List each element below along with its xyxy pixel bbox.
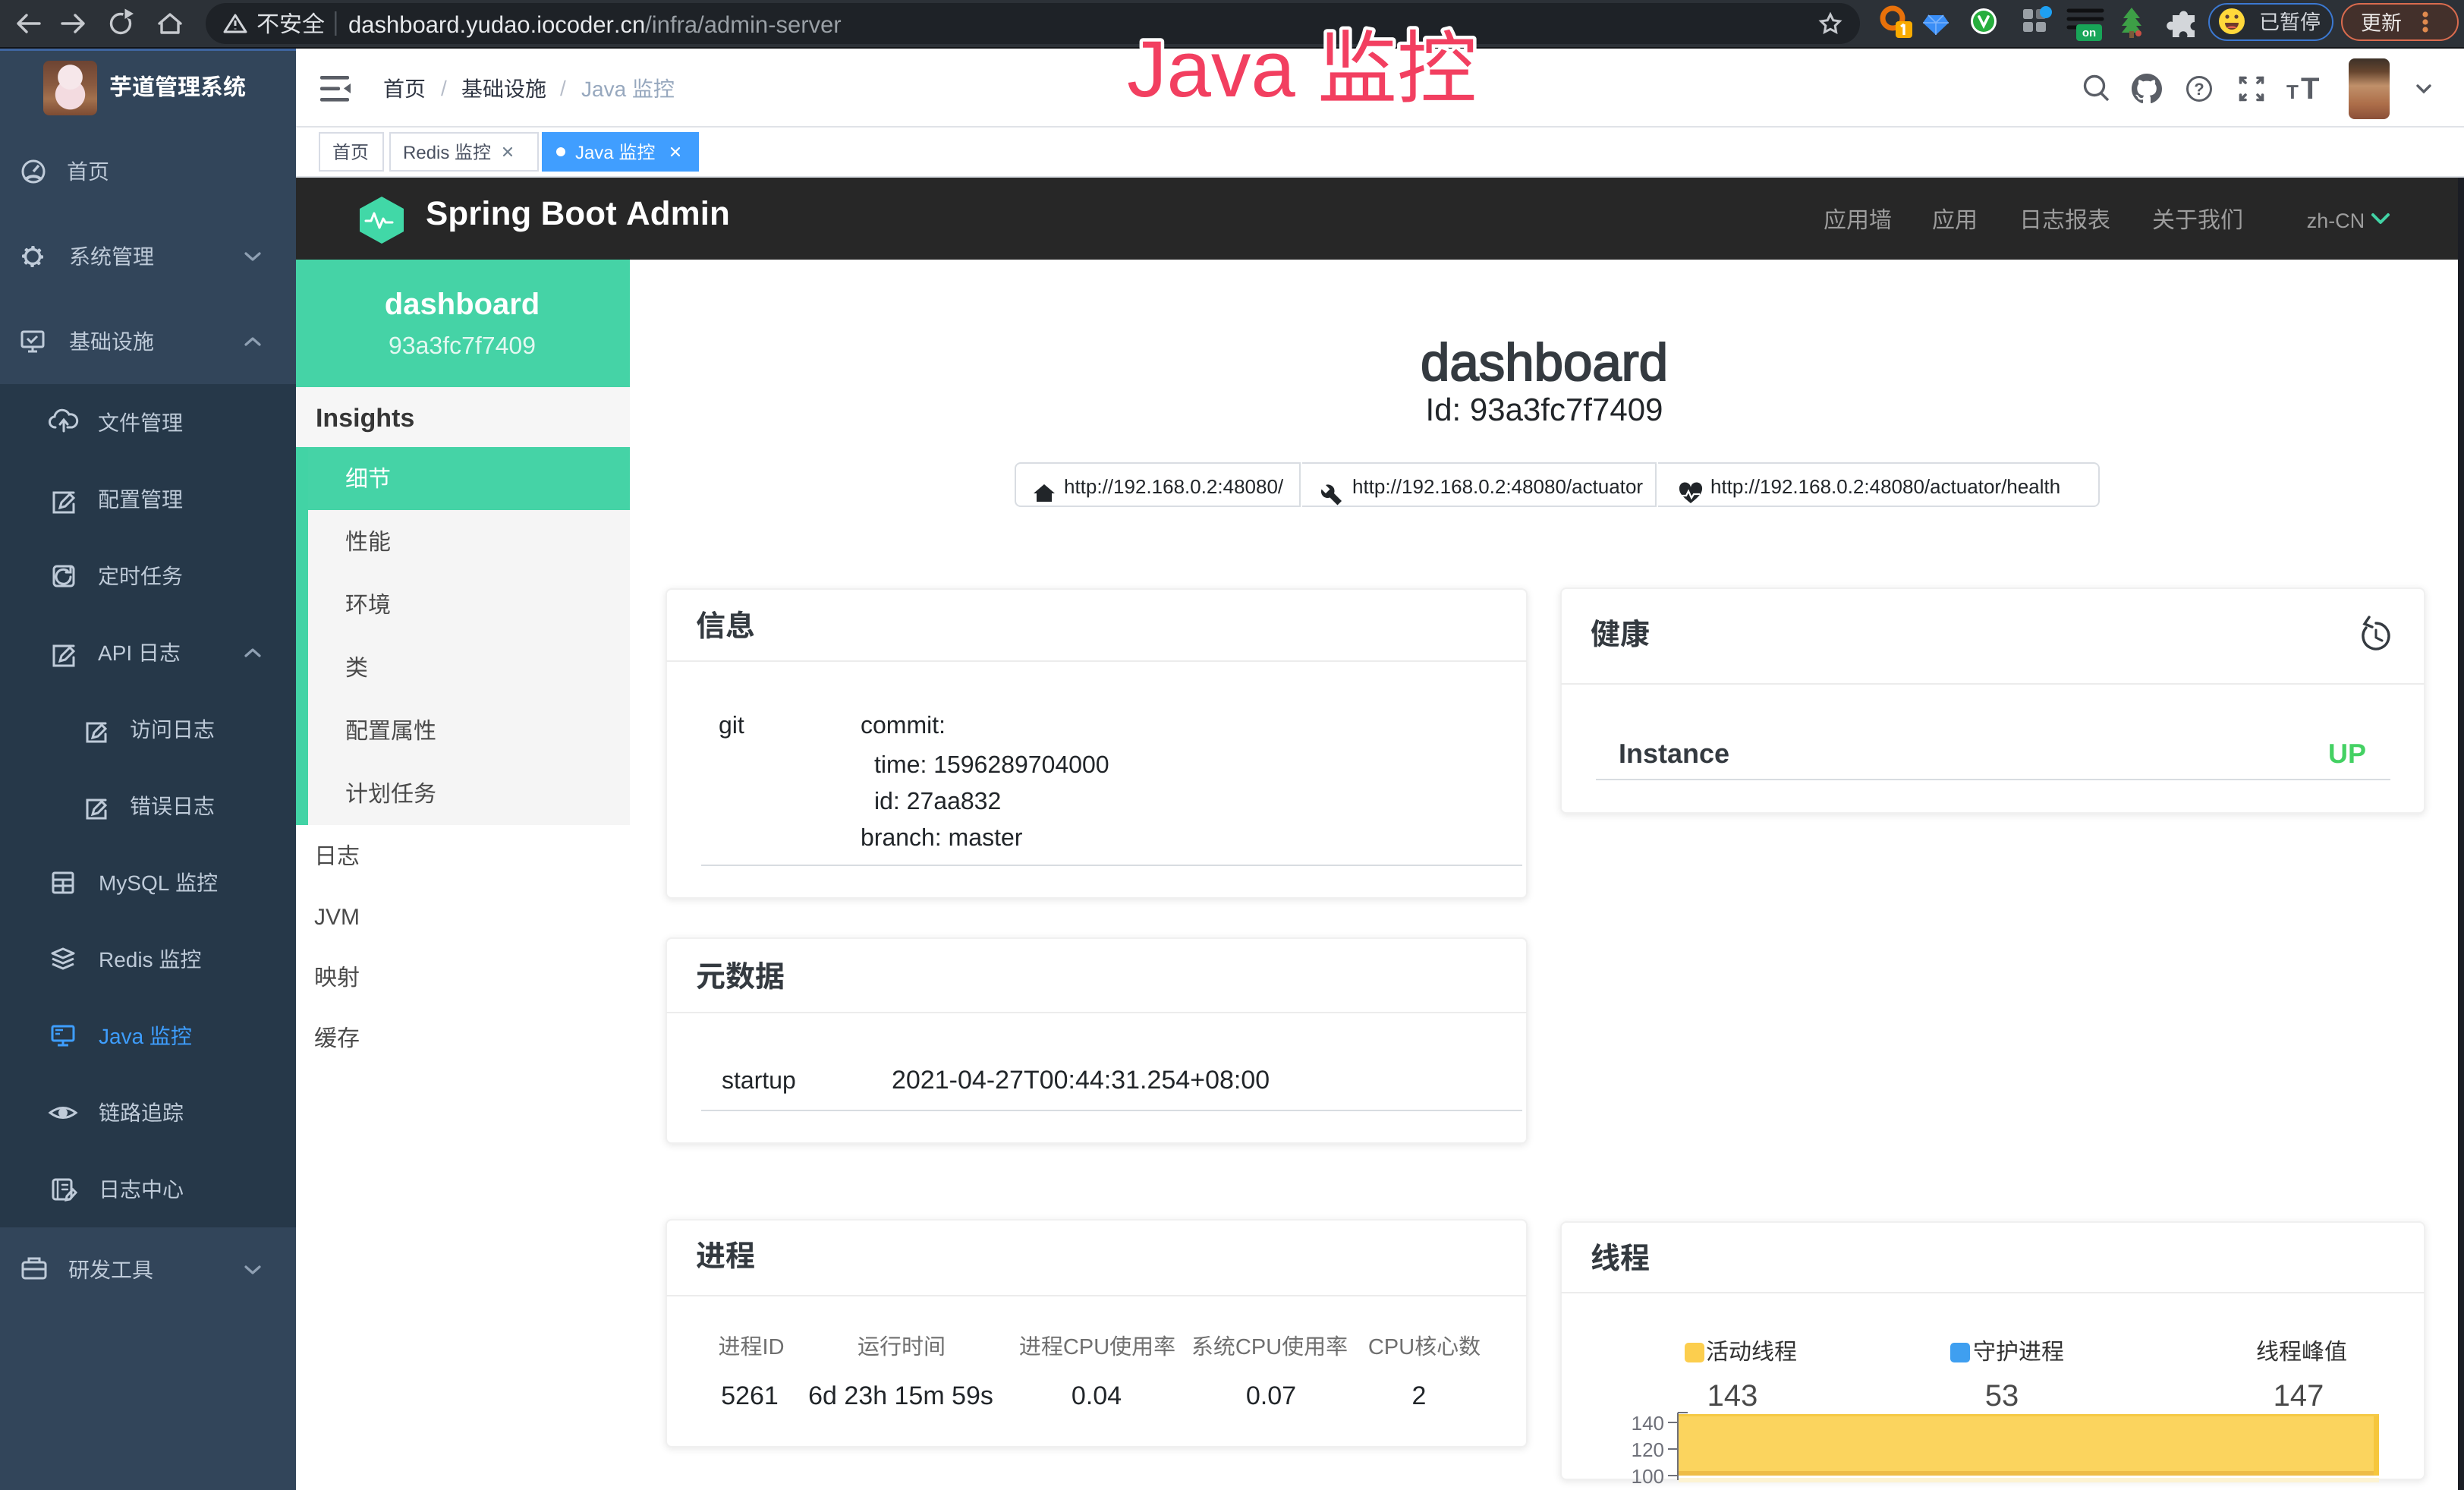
svg-text:?: ?	[2194, 80, 2204, 99]
svg-text:on: on	[2082, 27, 2096, 39]
